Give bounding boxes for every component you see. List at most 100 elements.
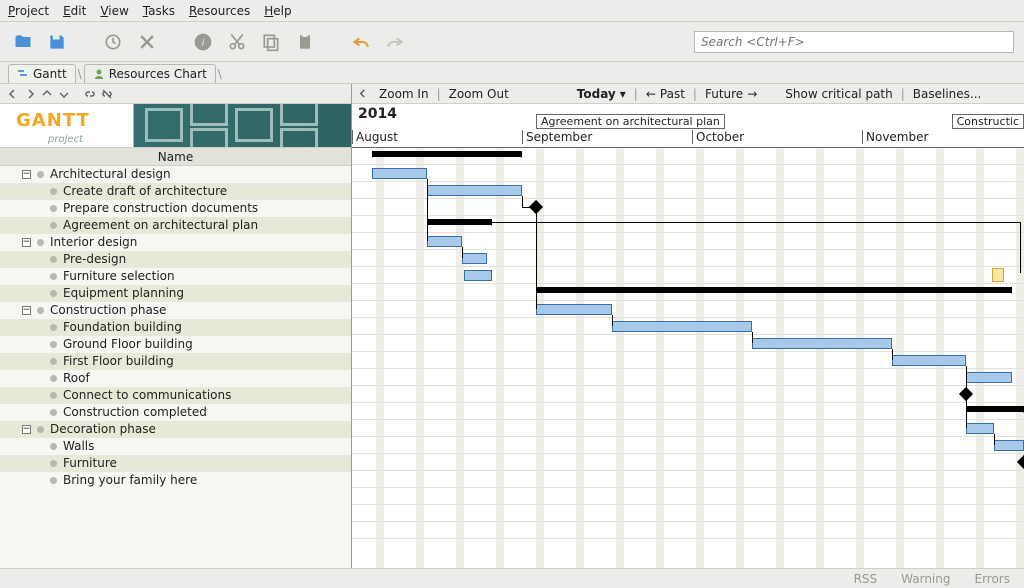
task-label: Construction completed (63, 404, 207, 421)
task-row[interactable]: Furniture (0, 455, 351, 472)
collapse-icon[interactable]: − (22, 170, 31, 179)
task-row[interactable]: Foundation building (0, 319, 351, 336)
menu-edit[interactable]: Edit (63, 4, 86, 18)
scroll-left-icon[interactable] (358, 87, 367, 101)
task-bar[interactable] (892, 355, 966, 366)
past-arrow-icon: ← (646, 87, 656, 101)
zoom-in-button[interactable]: Zoom In (379, 87, 429, 101)
link-icon[interactable] (83, 87, 97, 101)
copy-icon[interactable] (258, 29, 284, 55)
menu-project[interactable]: Project (8, 4, 49, 18)
status-rss[interactable]: RSS (854, 572, 878, 586)
task-row[interactable]: Roof (0, 370, 351, 387)
task-row[interactable]: Construction completed (0, 404, 351, 421)
task-label: Decoration phase (50, 421, 156, 438)
critical-path-button[interactable]: Show critical path (785, 87, 892, 101)
task-row[interactable]: Prepare construction documents (0, 200, 351, 217)
note-icon[interactable] (992, 268, 1004, 282)
open-icon[interactable] (10, 29, 36, 55)
menu-tasks[interactable]: Tasks (143, 4, 175, 18)
task-row[interactable]: Ground Floor building (0, 336, 351, 353)
task-row[interactable]: Walls (0, 438, 351, 455)
task-bar[interactable] (966, 372, 1012, 383)
task-row[interactable]: Agreement on architectural plan (0, 217, 351, 234)
task-bar[interactable] (966, 423, 994, 434)
unlink-icon[interactable] (100, 87, 114, 101)
task-bar[interactable] (994, 440, 1024, 451)
tab-resources[interactable]: Resources Chart (84, 64, 216, 83)
info-icon[interactable]: i (190, 29, 216, 55)
tab-gantt[interactable]: Gantt (8, 64, 76, 83)
task-bar[interactable] (427, 236, 462, 247)
refresh-icon[interactable] (100, 29, 126, 55)
menu-resources[interactable]: Resources (189, 4, 250, 18)
search-input[interactable] (694, 31, 1014, 53)
month-label: November (862, 130, 928, 144)
bullet-icon (50, 205, 57, 212)
task-bar[interactable] (462, 253, 487, 264)
menu-help[interactable]: Help (264, 4, 291, 18)
task-tree[interactable]: −Architectural designCreate draft of arc… (0, 166, 351, 568)
bullet-icon (50, 460, 57, 467)
past-button[interactable]: Past (660, 87, 685, 101)
task-bar[interactable] (612, 321, 752, 332)
cut-icon[interactable] (224, 29, 250, 55)
status-errors[interactable]: Errors (974, 572, 1010, 586)
zoom-out-button[interactable]: Zoom Out (449, 87, 509, 101)
arrow-left-icon[interactable] (6, 87, 20, 101)
baselines-button[interactable]: Baselines... (913, 87, 982, 101)
redo-icon[interactable] (382, 29, 408, 55)
bullet-icon (50, 375, 57, 382)
bullet-icon (37, 426, 44, 433)
task-label: Prepare construction documents (63, 200, 258, 217)
future-button[interactable]: Future (705, 87, 743, 101)
task-row[interactable]: Pre-design (0, 251, 351, 268)
task-tree-panel: GANTTproject Name −Architectural designC… (0, 84, 352, 568)
task-bar[interactable] (427, 185, 522, 196)
task-row[interactable]: Bring your family here (0, 472, 351, 489)
summary-bar[interactable] (372, 151, 522, 157)
callout-construction: Constructic (952, 114, 1024, 129)
task-row[interactable]: First Floor building (0, 353, 351, 370)
status-warning[interactable]: Warning (901, 572, 950, 586)
task-label: Construction phase (50, 302, 166, 319)
summary-bar[interactable] (536, 287, 1012, 293)
bullet-icon (50, 256, 57, 263)
task-row[interactable]: Equipment planning (0, 285, 351, 302)
undo-icon[interactable] (348, 29, 374, 55)
main: GANTTproject Name −Architectural designC… (0, 84, 1024, 568)
task-label: Roof (63, 370, 90, 387)
task-label: Ground Floor building (63, 336, 193, 353)
task-row[interactable]: −Interior design (0, 234, 351, 251)
gantt-icon (17, 68, 29, 80)
collapse-icon[interactable]: − (22, 238, 31, 247)
arrow-down-icon[interactable] (57, 87, 71, 101)
task-bar[interactable] (464, 270, 492, 281)
delete-icon[interactable] (134, 29, 160, 55)
toolbar: i (0, 22, 1024, 62)
task-bar[interactable] (372, 168, 427, 179)
task-row[interactable]: − Construction phase (0, 302, 351, 319)
task-row[interactable]: − Decoration phase (0, 421, 351, 438)
callout-agreement: Agreement on architectural plan (536, 114, 725, 129)
summary-bar[interactable] (966, 406, 1024, 412)
chevron-down-icon[interactable]: ▾ (620, 87, 626, 101)
summary-bar[interactable] (427, 219, 492, 225)
paste-icon[interactable] (292, 29, 318, 55)
task-bar[interactable] (752, 338, 892, 349)
collapse-icon[interactable]: − (22, 306, 31, 315)
task-label: Furniture selection (63, 268, 175, 285)
task-row[interactable]: Furniture selection (0, 268, 351, 285)
task-bar[interactable] (536, 304, 612, 315)
arrow-up-icon[interactable] (40, 87, 54, 101)
arrow-right-icon[interactable] (23, 87, 37, 101)
bullet-icon (50, 222, 57, 229)
save-icon[interactable] (44, 29, 70, 55)
gantt-chart[interactable] (352, 148, 1024, 568)
menu-view[interactable]: View (100, 4, 128, 18)
collapse-icon[interactable]: − (22, 425, 31, 434)
task-row[interactable]: Connect to communications (0, 387, 351, 404)
task-row[interactable]: −Architectural design (0, 166, 351, 183)
today-button[interactable]: Today (577, 87, 616, 101)
task-row[interactable]: Create draft of architecture (0, 183, 351, 200)
